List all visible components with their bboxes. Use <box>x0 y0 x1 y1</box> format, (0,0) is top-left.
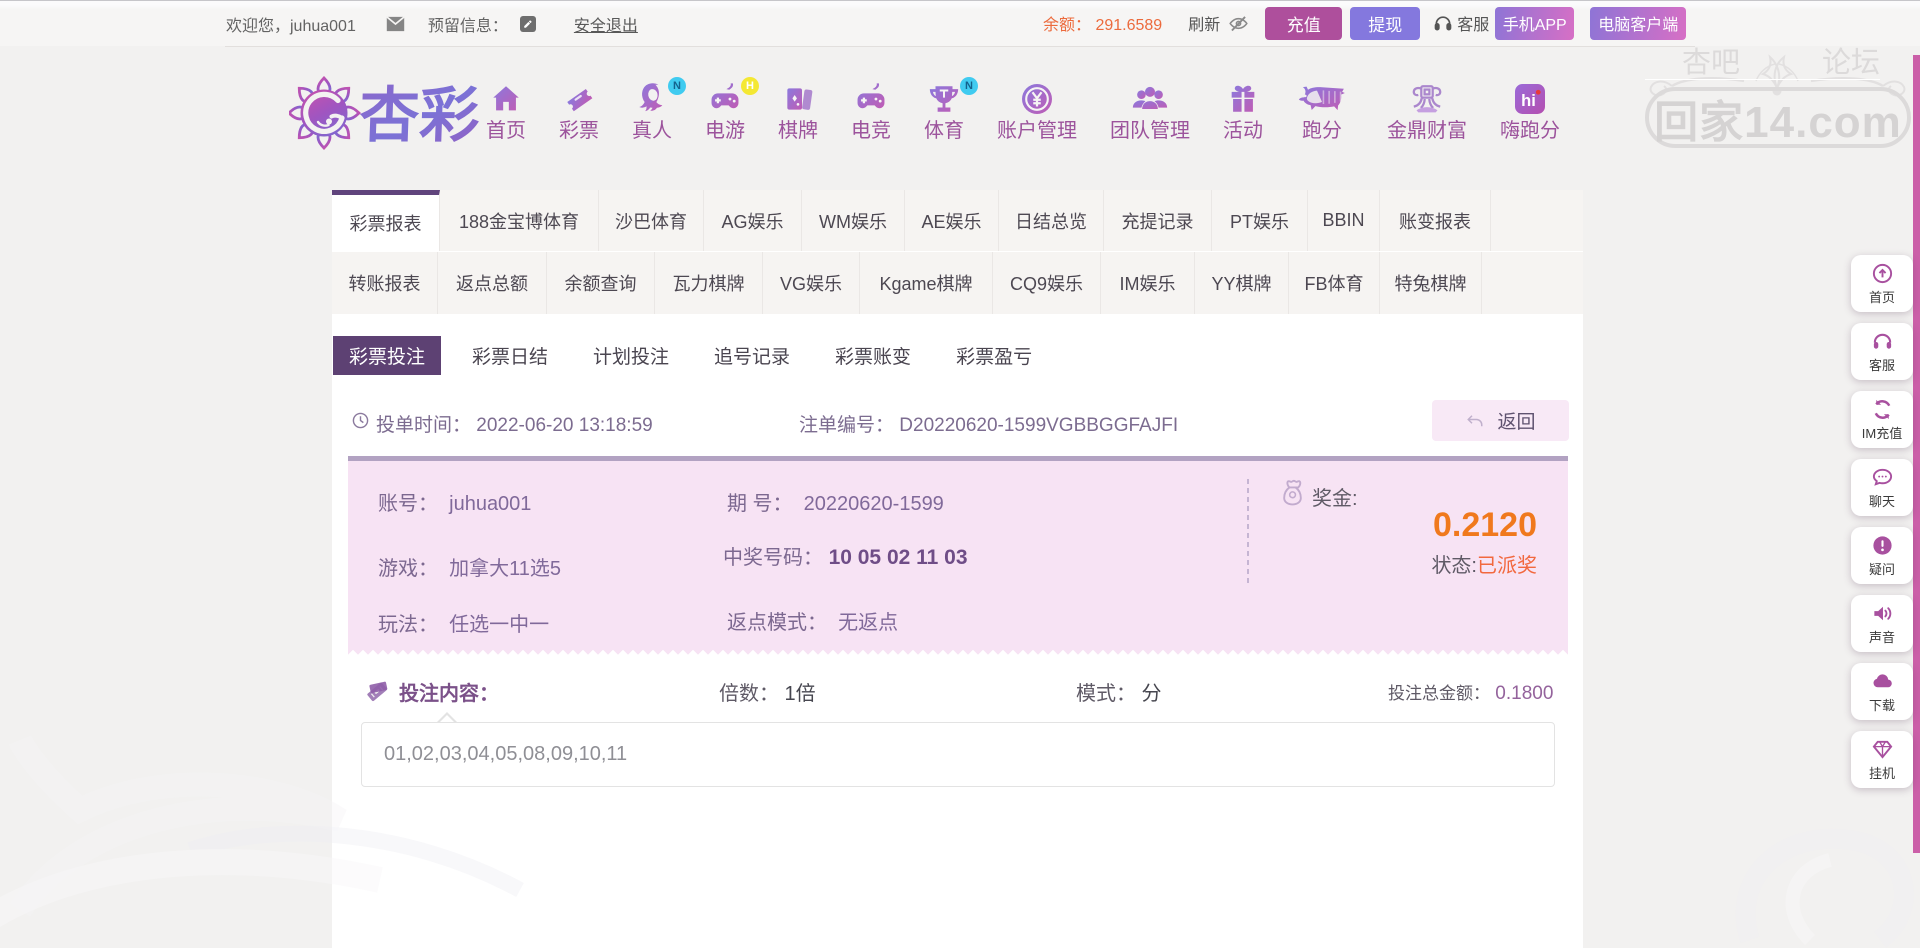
svg-text:hi: hi <box>1521 91 1536 109</box>
